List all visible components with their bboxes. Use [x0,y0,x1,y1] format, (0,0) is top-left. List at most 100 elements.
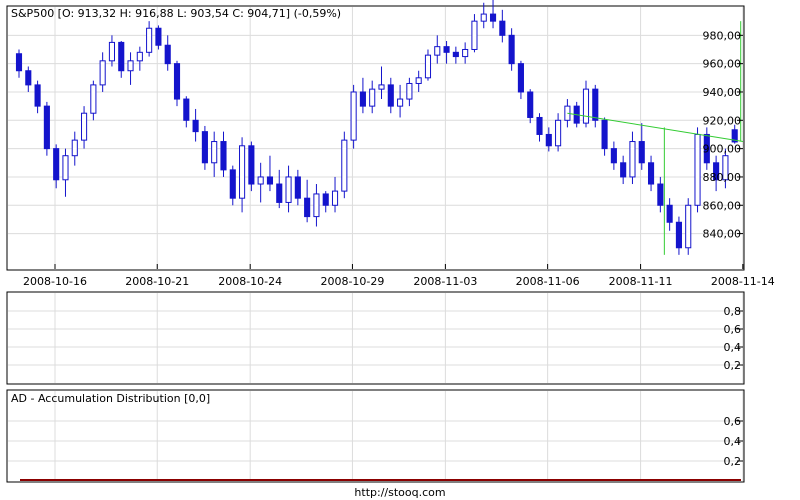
candle-body [452,51,459,58]
price-panel-frame [6,5,745,271]
candle-body [489,13,497,22]
candle-body [480,13,487,22]
candle-body [424,54,432,79]
indicator-panel-frame [6,291,745,385]
candle-body [155,27,162,46]
panel-y-tick-label: 0,2 [724,359,742,372]
candle-body [276,183,283,203]
candle-body [34,84,41,107]
candle-body [647,162,655,185]
price-panel: 840,00 860,00 880,00 900,00 920,00 940,00 960,… [6,0,775,288]
price-y-tick-label: 980,00 [703,29,742,42]
panel-y-tick-label: 0,4 [724,341,742,354]
date-x-tick-label: 2008-11-06 [516,275,580,288]
candle-body [220,141,227,171]
candle-body [378,84,385,90]
candle-body [629,141,636,178]
candle-body [582,88,590,124]
candle-body [592,88,599,121]
candle-body [350,91,357,141]
candle-body [136,51,143,62]
candle-body [173,63,181,100]
candle-body [108,41,116,62]
candle-body [527,91,534,118]
panel-y-tick-label: 0,2 [724,455,742,468]
chart-root: 840,00 860,00 880,00 900,00 920,00 940,00 960,… [6,0,775,499]
ad-panel: 0,2 0,4 0,6 AD - Accumulation Distribution… [6,389,745,483]
candle-body [369,88,376,107]
candle-body [257,176,264,185]
candle-body [387,84,394,107]
indicator-panel: 0,2 0,4 0,6 0,8 [6,291,745,385]
candle-body [610,148,617,164]
panel-y-tick-label: 0,4 [724,435,742,448]
candle-body [43,105,50,150]
price-y-tick-label: 880,00 [703,171,742,184]
candle-body [211,141,218,164]
candle-body [62,155,69,181]
date-x-tick-label: 2008-11-03 [413,275,477,288]
candle-body [53,148,60,181]
candle-body [685,204,692,249]
candle-body [638,141,645,164]
candle-body [25,70,32,86]
date-x-tick-label: 2008-11-14 [711,275,775,288]
candle-body [499,20,506,36]
candle-body [201,131,208,164]
date-x-tick-label: 2008-11-11 [609,275,673,288]
price-y-tick-label: 900,00 [703,143,742,156]
candle-body [415,77,422,84]
candle-body [694,133,701,206]
panel-y-tick-label: 0,6 [724,323,742,336]
footer-url[interactable]: http://stooq.com [354,486,445,499]
candle-body [322,193,329,206]
candle-body [675,221,682,249]
price-y-tick-label: 940,00 [703,86,742,99]
ad-y-axis: 0,2 0,4 0,6 [724,415,743,468]
candle-body [81,112,88,141]
candle-body [90,84,97,114]
price-y-tick-label: 960,00 [703,58,742,71]
candle-body [266,176,274,185]
price-y-tick-label: 920,00 [703,114,742,127]
candle-body [239,145,246,199]
candle-body [15,53,23,72]
candle-body [294,176,301,199]
candle-body [601,119,608,150]
price-y-tick-label: 840,00 [703,228,742,241]
candle-body [127,60,134,72]
candle-body [462,48,469,58]
candle-body [331,190,339,206]
price-title: S&P500 [O: 913,32 H: 916,88 L: 903,54 C:… [11,7,341,20]
candle-body [443,46,450,53]
candle-body [508,34,515,65]
candle-body [555,119,562,147]
ad-title: AD - Accumulation Distribution [0,0] [11,392,210,405]
candle-body [359,91,366,107]
candle-body [229,169,236,199]
panel-y-tick-label: 0,8 [724,305,742,318]
candle-body [118,41,125,72]
candle-body [536,116,543,135]
candle-body [192,119,199,133]
candle-body [434,46,441,56]
candle-body [471,20,478,50]
candle-body [183,98,190,121]
candle-body [397,98,404,107]
candle-body [146,27,153,53]
candle-body [164,44,171,65]
candle-body [545,133,552,147]
candle-body [406,82,413,100]
candle-body [248,145,255,185]
price-y-tick-label: 860,00 [703,199,742,212]
candle-body [99,60,106,86]
candle-body [341,139,348,192]
candle-body [620,162,627,178]
date-x-tick-label: 2008-10-24 [218,275,282,288]
candle-body [657,183,664,206]
candle-body [313,193,320,218]
date-x-tick-label: 2008-10-16 [23,275,87,288]
candle-body [517,63,524,93]
candle-body [666,204,673,223]
candle-body [285,176,292,203]
